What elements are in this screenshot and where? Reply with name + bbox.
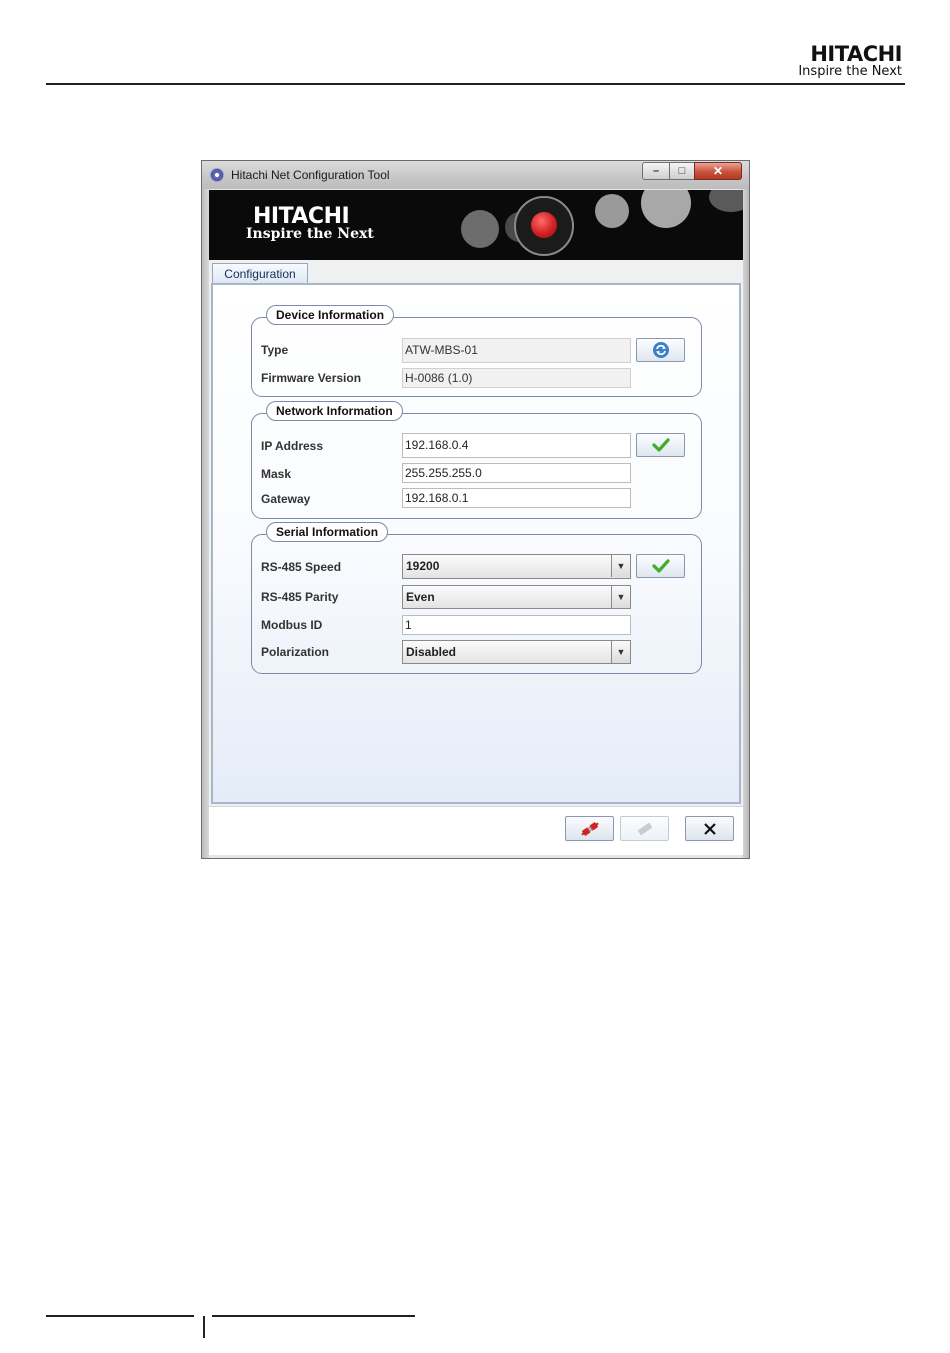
brand-wordmark: HITACHI xyxy=(810,42,902,66)
apply-serial-button[interactable] xyxy=(636,554,685,578)
polarization-label: Polarization xyxy=(261,645,330,659)
rs485-speed-label: RS-485 Speed xyxy=(261,560,342,574)
refresh-button[interactable] xyxy=(636,338,685,362)
banner-red-dot-icon xyxy=(531,212,557,238)
ip-address-label: IP Address xyxy=(261,439,324,453)
app-window: Hitachi Net Configuration Tool – □ ✕ HIT… xyxy=(201,160,750,859)
close-x-icon xyxy=(703,820,717,837)
modbus-id-label: Modbus ID xyxy=(261,618,323,632)
footer-rule-left xyxy=(46,1315,194,1317)
chevron-down-icon[interactable]: ▼ xyxy=(611,555,630,577)
device-information-legend: Device Information xyxy=(266,305,395,325)
serial-information-legend: Serial Information xyxy=(266,522,389,542)
footer-divider xyxy=(203,1316,205,1338)
checkmark-icon xyxy=(651,557,670,574)
mask-input[interactable]: 255.255.255.0 xyxy=(402,463,631,483)
page-brand-logo: HITACHI Inspire the Next xyxy=(798,43,902,79)
ip-address-input[interactable]: 192.168.0.4 xyxy=(402,433,631,458)
banner-tagline: Inspire the Next xyxy=(246,226,374,242)
refresh-icon xyxy=(652,341,670,358)
type-field: ATW-MBS-01 xyxy=(402,338,631,363)
chevron-down-icon[interactable]: ▼ xyxy=(611,586,630,608)
minimize-button[interactable]: – xyxy=(642,162,670,180)
apply-network-button[interactable] xyxy=(636,433,685,457)
title-bar[interactable]: Hitachi Net Configuration Tool – □ ✕ xyxy=(202,161,749,189)
window-client-area: Configuration Device Information Type AT… xyxy=(209,260,743,855)
window-frame-left xyxy=(202,189,209,858)
banner-decor-circle xyxy=(461,210,499,248)
firmware-version-field: H-0086 (1.0) xyxy=(402,368,631,388)
maximize-icon: □ xyxy=(678,165,686,177)
rs485-parity-label: RS-485 Parity xyxy=(261,590,339,604)
banner-decor-circle xyxy=(595,194,629,228)
window-frame-right xyxy=(742,189,749,858)
banner-decor-circle xyxy=(641,190,691,228)
plug-connect-icon xyxy=(580,820,600,837)
type-label: Type xyxy=(261,343,289,357)
close-button[interactable] xyxy=(685,816,734,841)
brand-tagline: Inspire the Next xyxy=(798,64,902,79)
configuration-panel: Device Information Type ATW-MBS-01 Firmw… xyxy=(211,283,741,804)
gateway-label: Gateway xyxy=(261,492,311,506)
banner-decor-circle xyxy=(709,190,743,212)
disconnect-button[interactable] xyxy=(620,816,669,841)
mask-label: Mask xyxy=(261,467,292,481)
maximize-button[interactable]: □ xyxy=(669,162,695,180)
modbus-id-input[interactable]: 1 xyxy=(402,615,631,635)
header-divider xyxy=(46,83,905,85)
rs485-parity-value: Even xyxy=(406,590,435,604)
rs485-parity-select[interactable]: Even ▼ xyxy=(402,585,631,609)
window-title: Hitachi Net Configuration Tool xyxy=(231,168,390,182)
gateway-input[interactable]: 192.168.0.1 xyxy=(402,488,631,508)
polarization-select[interactable]: Disabled ▼ xyxy=(402,640,631,664)
firmware-version-label: Firmware Version xyxy=(261,371,362,385)
polarization-value: Disabled xyxy=(406,645,457,659)
minimize-icon: – xyxy=(652,165,660,177)
plug-disconnect-icon xyxy=(636,820,654,837)
rs485-speed-select[interactable]: 19200 ▼ xyxy=(402,554,631,579)
chevron-down-icon[interactable]: ▼ xyxy=(611,641,630,663)
tab-configuration[interactable]: Configuration xyxy=(212,263,308,284)
connect-button[interactable] xyxy=(565,816,614,841)
network-information-legend: Network Information xyxy=(266,401,403,421)
app-banner: HITACHI Inspire the Next xyxy=(209,190,743,260)
app-icon xyxy=(210,168,224,182)
close-icon: ✕ xyxy=(712,164,724,178)
bottom-action-bar xyxy=(209,806,743,855)
rs485-speed-value: 19200 xyxy=(406,559,440,573)
footer-rule-right xyxy=(212,1315,415,1317)
window-close-button[interactable]: ✕ xyxy=(694,162,742,180)
checkmark-icon xyxy=(651,436,670,453)
